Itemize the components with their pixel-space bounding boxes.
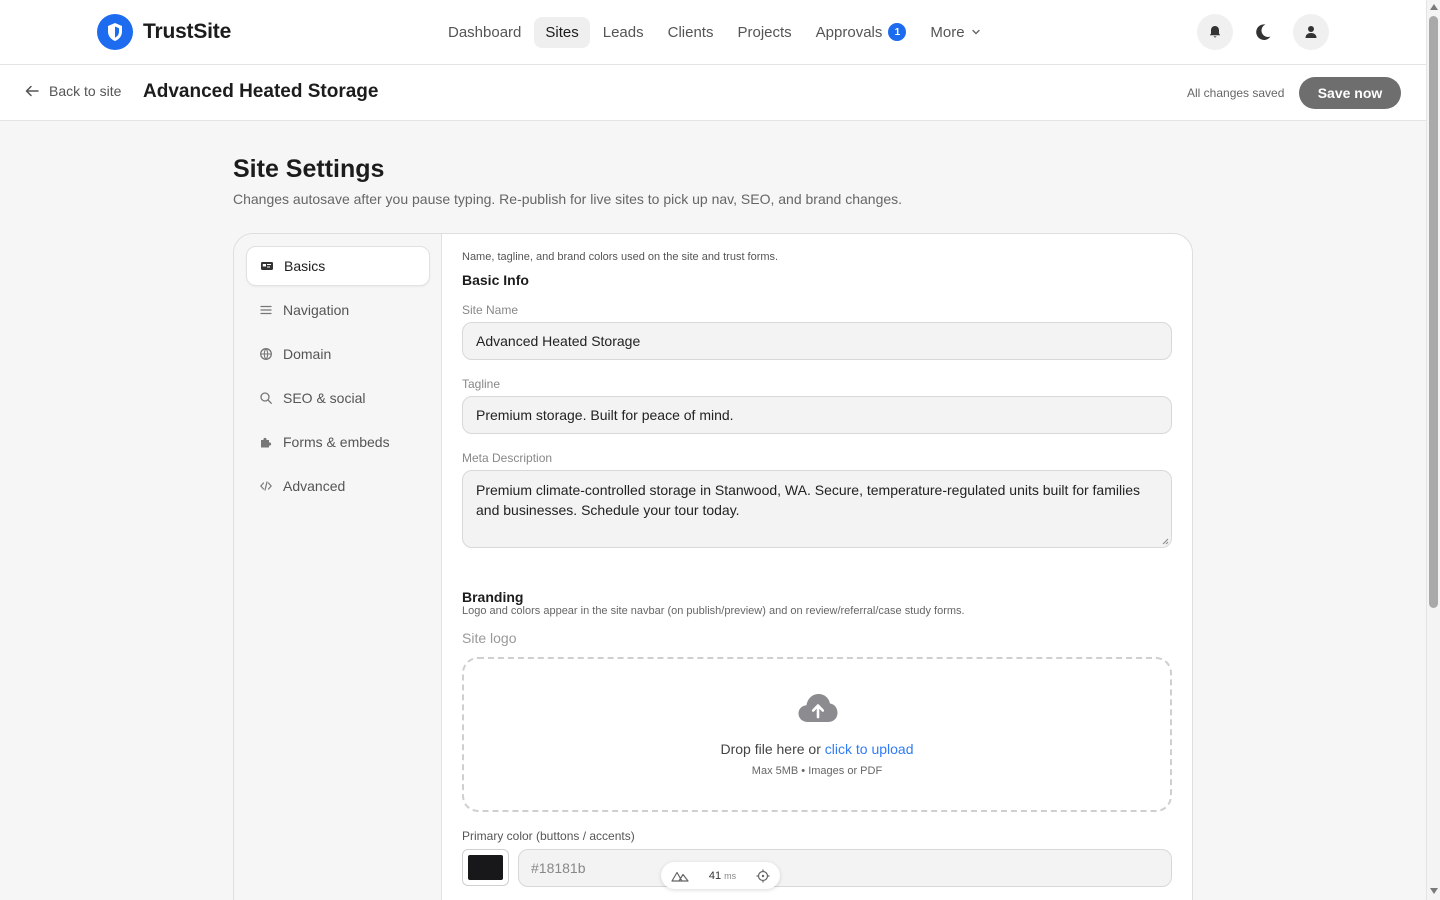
sidebar-item-label: Advanced [283,478,346,494]
sidebar-item-label: Basics [284,258,326,274]
dropzone-hint: Max 5MB • Images or PDF [751,765,883,777]
editor-subheader: Back to site Advanced Heated Storage All… [0,65,1426,121]
nav-sites[interactable]: Sites [534,16,590,48]
scroll-up-icon[interactable] [1430,4,1438,10]
back-to-site-label: Back to site [49,83,122,99]
search-icon [260,392,272,404]
logo-dropzone[interactable]: Drop file here or click to upload Max 5M… [462,657,1172,812]
nav-more-label: More [930,23,965,41]
arrow-left-icon [25,85,39,97]
sidebar-item-seo-social[interactable]: SEO & social [246,378,430,418]
site-name-input[interactable]: Advanced Heated Storage [462,322,1172,360]
render-time-value: 41 [708,869,722,882]
account-button[interactable] [1293,14,1329,50]
save-status: All changes saved [1187,86,1285,100]
sidebar-item-label: SEO & social [283,390,366,406]
nuxt-icon[interactable] [671,870,689,882]
dropzone-prompt: Drop file here or [720,741,821,757]
render-time-readout: 41 ms [709,870,736,882]
primary-color-hex-input[interactable]: #18181b [518,849,1172,887]
basics-intro: Name, tagline, and brand colors used on … [462,251,779,263]
brand-name: TrustSite [143,20,232,43]
theme-toggle-button[interactable] [1245,14,1281,50]
meta-description-textarea[interactable]: Premium climate-controlled storage in St… [462,470,1172,548]
user-icon [1305,26,1317,38]
meta-description-text: Premium climate-controlled storage in St… [476,482,1140,518]
sidebar-item-forms-embeds[interactable]: Forms & embeds [246,422,430,462]
page-scrollbar[interactable] [1426,0,1440,900]
sidebar-item-navigation[interactable]: Navigation [246,290,430,330]
sidebar-item-basics[interactable]: Basics [246,246,430,286]
nav-more[interactable]: More [919,17,991,48]
notifications-button[interactable] [1197,14,1233,50]
branding-subtitle: Logo and colors appear in the site navba… [462,605,965,617]
save-now-button[interactable]: Save now [1299,77,1401,109]
top-navbar: TrustSite Dashboard Sites Leads Clients … [0,0,1426,65]
sidebar-item-label: Domain [283,346,332,362]
puzzle-icon [261,437,272,448]
back-to-site-link[interactable]: Back to site [24,83,121,99]
nav-dashboard[interactable]: Dashboard [437,17,532,48]
code-icon [260,481,272,491]
site-title: Advanced Heated Storage [143,81,379,102]
globe-icon [260,348,272,360]
scroll-thumb[interactable] [1429,16,1438,608]
page-title: Site Settings [233,155,385,183]
nav-approvals-label: Approvals [815,23,883,41]
sidebar-item-advanced[interactable]: Advanced [246,466,430,506]
primary-color-picker[interactable] [462,849,509,886]
branding-heading: Branding [462,589,524,605]
main-nav: Dashboard Sites Leads Clients Projects A… [437,16,994,48]
id-card-icon [261,262,273,270]
nav-projects[interactable]: Projects [726,17,802,48]
nav-leads[interactable]: Leads [592,17,655,48]
dropzone-text: Drop file here or click to upload [464,741,1170,757]
settings-card: Basics Navigation Domain SEO & social Fo… [233,233,1193,900]
meta-description-label: Meta Description [462,451,553,465]
brand[interactable]: TrustSite [97,14,231,50]
crosshair-icon[interactable] [756,869,770,883]
shield-icon [97,14,133,50]
sidebar-item-label: Forms & embeds [283,434,390,450]
sidebar-item-domain[interactable]: Domain [246,334,430,374]
page-subtitle: Changes autosave after you pause typing.… [233,191,903,207]
bell-icon [1209,26,1221,38]
site-logo-label: Site logo [462,630,517,646]
scroll-down-icon[interactable] [1430,888,1438,894]
cloud-upload-icon [798,694,838,722]
tagline-label: Tagline [462,377,501,391]
click-to-upload-link[interactable]: click to upload [825,741,914,757]
sidebar-item-label: Navigation [283,302,350,318]
settings-sidebar: Basics Navigation Domain SEO & social Fo… [234,234,442,900]
chevron-down-icon [971,29,980,35]
tagline-input[interactable]: Premium storage. Built for peace of mind… [462,396,1172,434]
resize-grip-icon[interactable] [1161,537,1169,545]
nav-approvals[interactable]: Approvals 1 [805,16,918,48]
basic-info-heading: Basic Info [462,272,529,288]
approvals-count-badge: 1 [888,23,907,41]
site-name-label: Site Name [462,303,519,317]
top-actions [1197,14,1329,50]
primary-color-swatch [468,855,503,880]
nav-clients[interactable]: Clients [657,17,725,48]
render-time-unit: ms [724,870,737,881]
devtools-pill: 41 ms [661,862,780,889]
primary-color-label: Primary color (buttons / accents) [462,829,635,843]
menu-icon [260,305,272,315]
moon-icon [1256,24,1271,40]
